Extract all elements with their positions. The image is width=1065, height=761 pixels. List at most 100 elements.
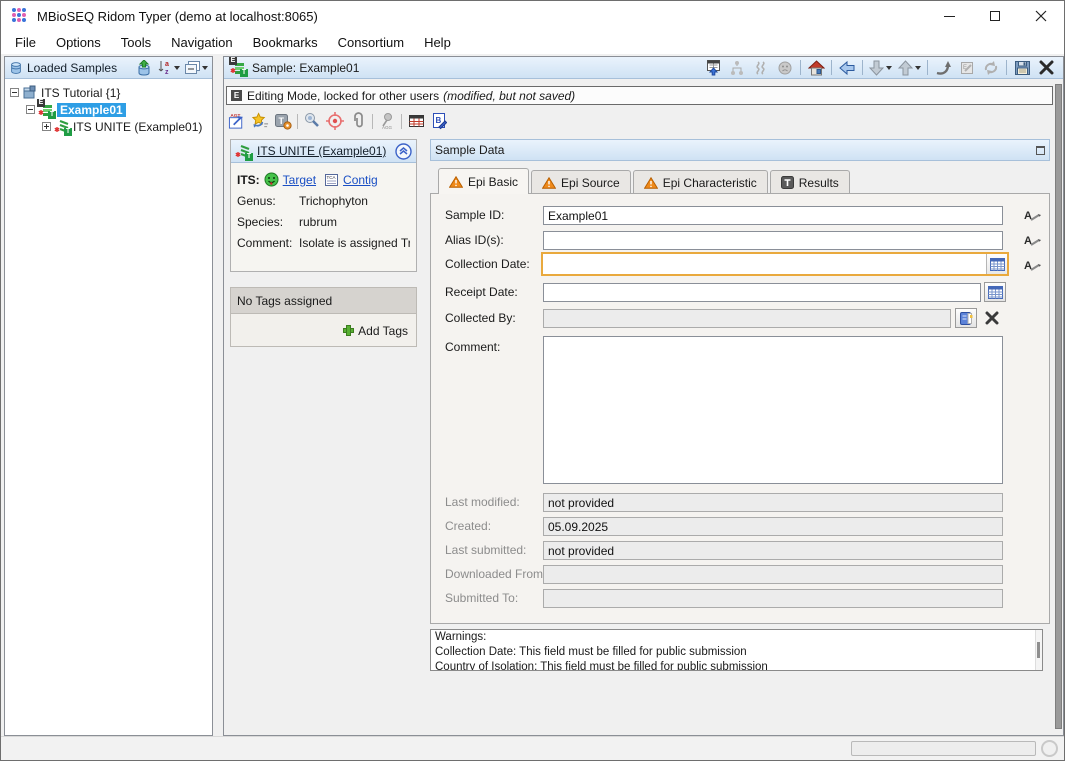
close-panel-icon (1039, 60, 1054, 75)
project-label[interactable]: ITS Tutorial {1} (41, 86, 120, 100)
aggregate-button[interactable]: AGG (378, 112, 396, 130)
svg-text:A: A (1024, 235, 1032, 247)
comment-value: Isolate is assigned Trichoph (299, 236, 410, 250)
menu-bookmarks[interactable]: Bookmarks (243, 32, 328, 53)
target-link[interactable]: Target (283, 173, 316, 187)
genus-label: Genus: (237, 194, 299, 208)
menu-options[interactable]: Options (46, 32, 111, 53)
tab-label: Epi Basic (468, 175, 518, 189)
target-summary-header: T ITS UNITE (Example01) (231, 140, 416, 163)
tree-view-icon (729, 60, 745, 76)
tab-epi-basic[interactable]: Epi Basic (438, 168, 529, 194)
reload-button[interactable] (982, 59, 1000, 77)
receipt-date-label: Receipt Date: (445, 283, 541, 302)
toolbar-separator (927, 60, 928, 75)
sample-data-title: Sample Data (435, 143, 504, 157)
sequence-view-button[interactable] (752, 59, 770, 77)
sample-id-input[interactable] (543, 206, 1003, 225)
next-sample-button[interactable] (869, 60, 892, 76)
collection-date-calendar-button[interactable] (986, 254, 1007, 274)
sample-label-selected[interactable]: Example01 (57, 103, 126, 117)
collapse-toggle-icon[interactable] (10, 88, 19, 97)
target-label[interactable]: ITS UNITE (Example01) (73, 120, 202, 134)
progress-bar (851, 741, 1036, 756)
attachment-button[interactable] (349, 112, 367, 130)
loaded-samples-panel: Loaded Samples a z (4, 56, 213, 736)
tree-view-button[interactable] (728, 59, 746, 77)
warnings-scrollbar[interactable] (1035, 630, 1042, 670)
up-arrow-icon (898, 60, 913, 76)
receipt-date-calendar-button[interactable] (984, 282, 1006, 302)
menu-tools[interactable]: Tools (111, 32, 161, 53)
tab-epi-characteristic[interactable]: Epi Characteristic (633, 170, 768, 194)
expand-toggle-icon[interactable] (42, 122, 51, 131)
editing-mode-modified-text: (modified, but not saved) (443, 89, 575, 103)
alias-id-input[interactable] (543, 231, 1003, 250)
vertical-scrollbar[interactable] (1055, 84, 1062, 729)
sequence-editor-button[interactable]: AGT (228, 112, 246, 130)
anonymize-icon[interactable]: A (1023, 258, 1041, 272)
tab-label: Epi Characteristic (663, 176, 757, 190)
task-template-button[interactable]: T (274, 112, 292, 130)
pdf-export-icon: B (431, 112, 447, 130)
edit-entry-button[interactable]: E (958, 59, 976, 77)
target-summary-title[interactable]: ITS UNITE (Example01) (257, 144, 386, 158)
menu-file[interactable]: File (5, 32, 46, 53)
comment-textarea[interactable] (543, 336, 1003, 484)
tab-epi-source[interactable]: Epi Source (531, 170, 631, 194)
collapse-toggle-icon[interactable] (26, 105, 35, 114)
menu-navigation[interactable]: Navigation (161, 32, 242, 53)
add-tags-button[interactable]: Add Tags (358, 324, 408, 338)
app-window: MBioSEQ Ridom Typer (demo at localhost:8… (0, 0, 1065, 761)
target-node-icon: T (54, 119, 71, 134)
close-button[interactable] (1018, 1, 1064, 31)
send-to-table-button[interactable] (704, 59, 722, 77)
edit-entry-icon: E (959, 60, 975, 76)
submitted-to-label: Submitted To: (445, 589, 541, 608)
tags-header: No Tags assigned (231, 288, 416, 314)
maximize-button[interactable] (972, 1, 1018, 31)
close-panel-button[interactable] (1037, 59, 1055, 77)
anonymize-icon[interactable]: A (1023, 208, 1041, 222)
calendar-icon (988, 285, 1003, 299)
maximize-panel-icon[interactable] (1036, 146, 1045, 155)
tree-row-sample[interactable]: E T Example01 (5, 101, 212, 118)
alias-id-label: Alias ID(s): (445, 231, 541, 250)
previous-sample-button[interactable] (898, 60, 921, 76)
anonymize-icon[interactable]: A (1023, 233, 1041, 247)
save-button[interactable] (1013, 59, 1031, 77)
sample-view-header: E T Sample: Example01 (224, 57, 1063, 79)
svg-text:A: A (1024, 260, 1032, 272)
menu-consortium[interactable]: Consortium (328, 32, 414, 53)
task-template-icon: T (274, 112, 292, 130)
sample-data-panel: Sample Data Epi Basic Epi Source (430, 139, 1050, 692)
minimize-button[interactable] (926, 1, 972, 31)
collected-by-picker-button[interactable] (955, 308, 977, 328)
tab-results[interactable]: Results (770, 170, 850, 194)
back-button[interactable] (838, 59, 856, 77)
tree-row-target[interactable]: T ITS UNITE (Example01) (5, 118, 212, 135)
status-bar (1, 736, 1064, 760)
receipt-date-input[interactable] (543, 283, 981, 302)
collection-date-input[interactable] (543, 254, 986, 274)
menu-help[interactable]: Help (414, 32, 461, 53)
target-summary-panel: T ITS UNITE (Example01) ITS: (230, 139, 417, 272)
goto-button[interactable] (934, 59, 952, 77)
reprocess-button[interactable] (251, 112, 269, 130)
home-button[interactable] (807, 59, 825, 77)
minimize-icon (944, 16, 955, 17)
svg-text:z: z (165, 69, 169, 75)
table-button[interactable] (407, 112, 425, 130)
collapse-all-button[interactable] (185, 61, 208, 74)
collapse-panel-button[interactable] (395, 143, 412, 160)
screening-button[interactable] (303, 112, 321, 130)
pdf-export-button[interactable]: B (430, 112, 448, 130)
target-definition-button[interactable] (326, 112, 344, 130)
sort-button[interactable]: a z (158, 60, 180, 75)
collected-by-clear-button[interactable] (981, 308, 1003, 328)
toolbar-separator (800, 60, 801, 75)
contig-link[interactable]: Contig (343, 173, 378, 187)
load-samples-button[interactable] (135, 59, 153, 77)
toolbar-separator (831, 60, 832, 75)
quality-view-button[interactable] (776, 59, 794, 77)
